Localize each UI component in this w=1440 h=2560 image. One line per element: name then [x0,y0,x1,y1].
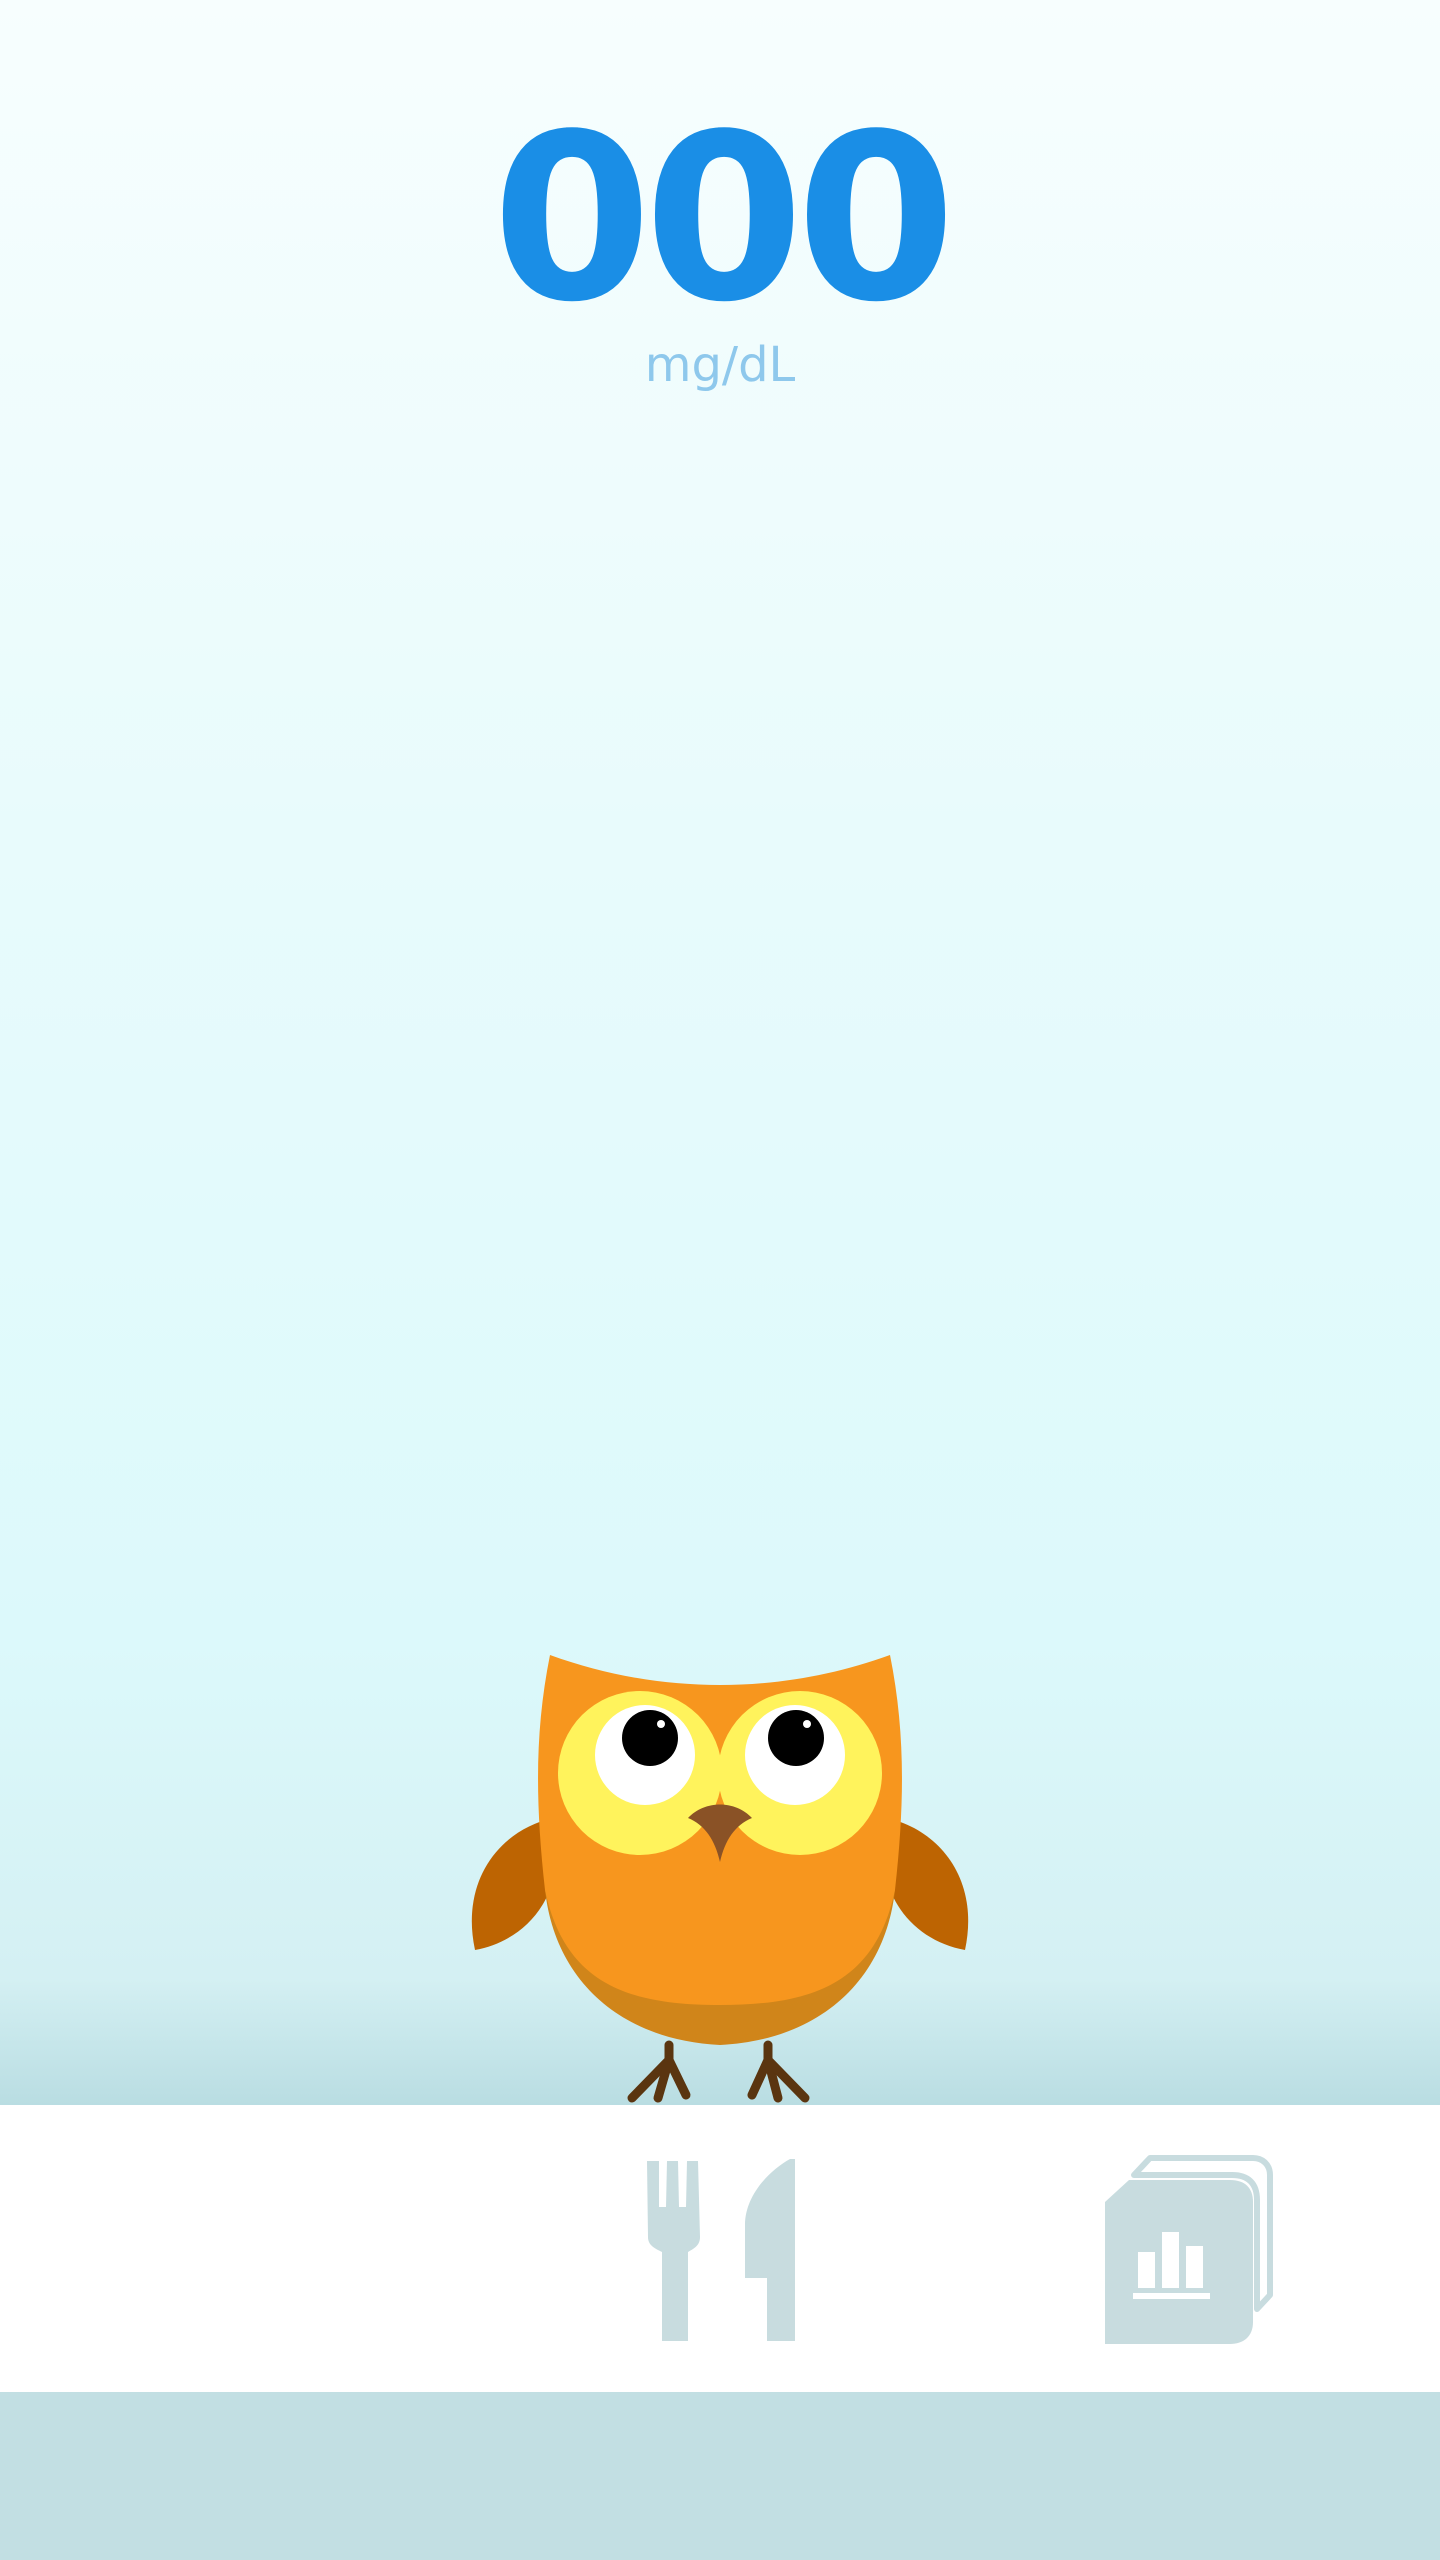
glucose-unit: mg/dL [644,337,796,393]
bottom-nav [0,2105,1440,2392]
tab-food-log[interactable] [620,2105,820,2392]
fork-knife-icon [647,2159,795,2341]
glucose-reading: 000 mg/dL [0,105,1440,395]
owl-mascot [460,1640,980,2110]
owl-icon [471,1655,969,2103]
tab-reports[interactable] [1080,2105,1300,2392]
report-chart-icon [1105,2155,1273,2344]
glucose-value: 000 [491,86,956,353]
footer-strip [0,2392,1440,2560]
